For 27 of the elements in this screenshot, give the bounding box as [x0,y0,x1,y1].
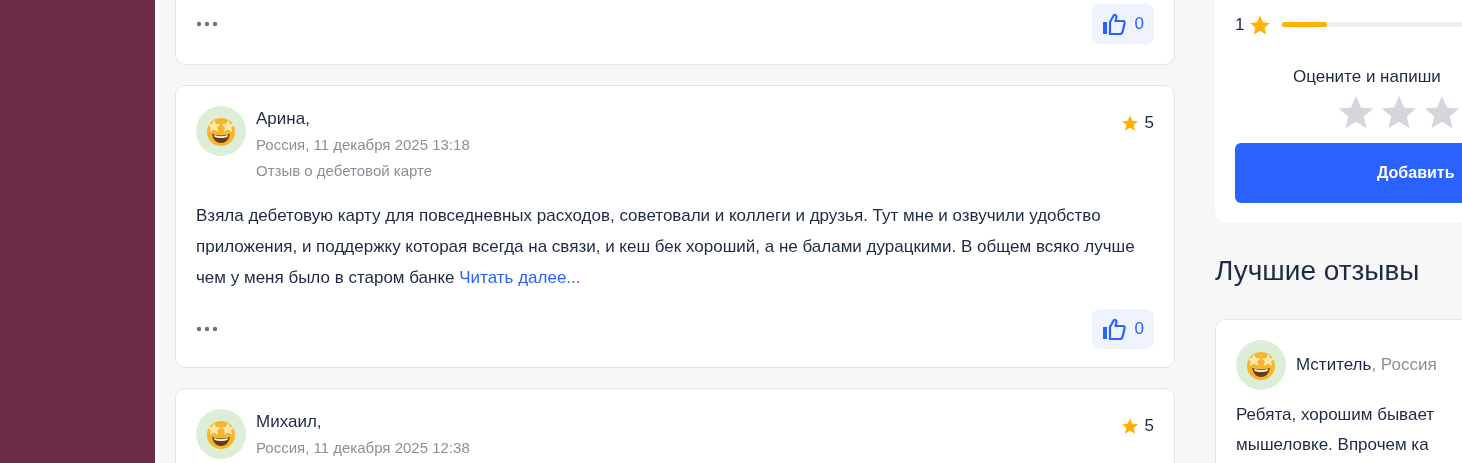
rate-star-icon[interactable] [1382,95,1416,129]
like-button[interactable]: 0 [1091,4,1154,44]
review-text: Ребята, хорошим бывает мышеловке. Впрочем ка [1236,404,1436,456]
rate-star-icon[interactable] [1425,95,1459,129]
section-title: Лучшие отзывы [1215,254,1421,288]
reviewer-name: Арина, [256,108,311,130]
review-product: Отзыв о дебетовой карте [256,161,434,181]
reviewer-name: Мститель, Россия [1296,354,1437,377]
rate-star-icon[interactable] [1339,95,1373,129]
more-options-icon[interactable] [196,21,218,27]
rate-prompt: Оцените и напиши [1292,65,1442,88]
thumbs-up-icon [1101,13,1126,35]
thumbs-up-icon [1101,318,1126,340]
rating-label: 1 [1235,14,1245,36]
review-text: Взяла дебетовую карту для повседневных расходов, советовали и коллеги и друзья. Тут мне и озвучили удобство приложения, и поддержку которая всегда на связи, и кеш бек хороший, а не балами дурацкими. В общем всяко лучше чем у меня было в старом банке Читать далее... [196,205,1136,289]
review-rating: 5 [1144,112,1154,134]
reviewer-name: Михаил, [256,411,323,433]
add-review-button[interactable]: Добавить [1235,143,1462,203]
review-meta: Россия, 11 декабря 2025 13:18 [256,135,471,155]
star-icon [1121,417,1138,434]
review-rating: 5 [1144,415,1154,437]
star-icon [1250,14,1271,35]
review-meta: Россия, 11 декабря 2025 12:38 [256,438,471,458]
like-button[interactable]: 0 [1091,309,1154,349]
star-icon [1121,114,1138,131]
read-more-link[interactable]: Читать далее... [459,268,581,287]
more-options-icon[interactable] [196,326,218,332]
